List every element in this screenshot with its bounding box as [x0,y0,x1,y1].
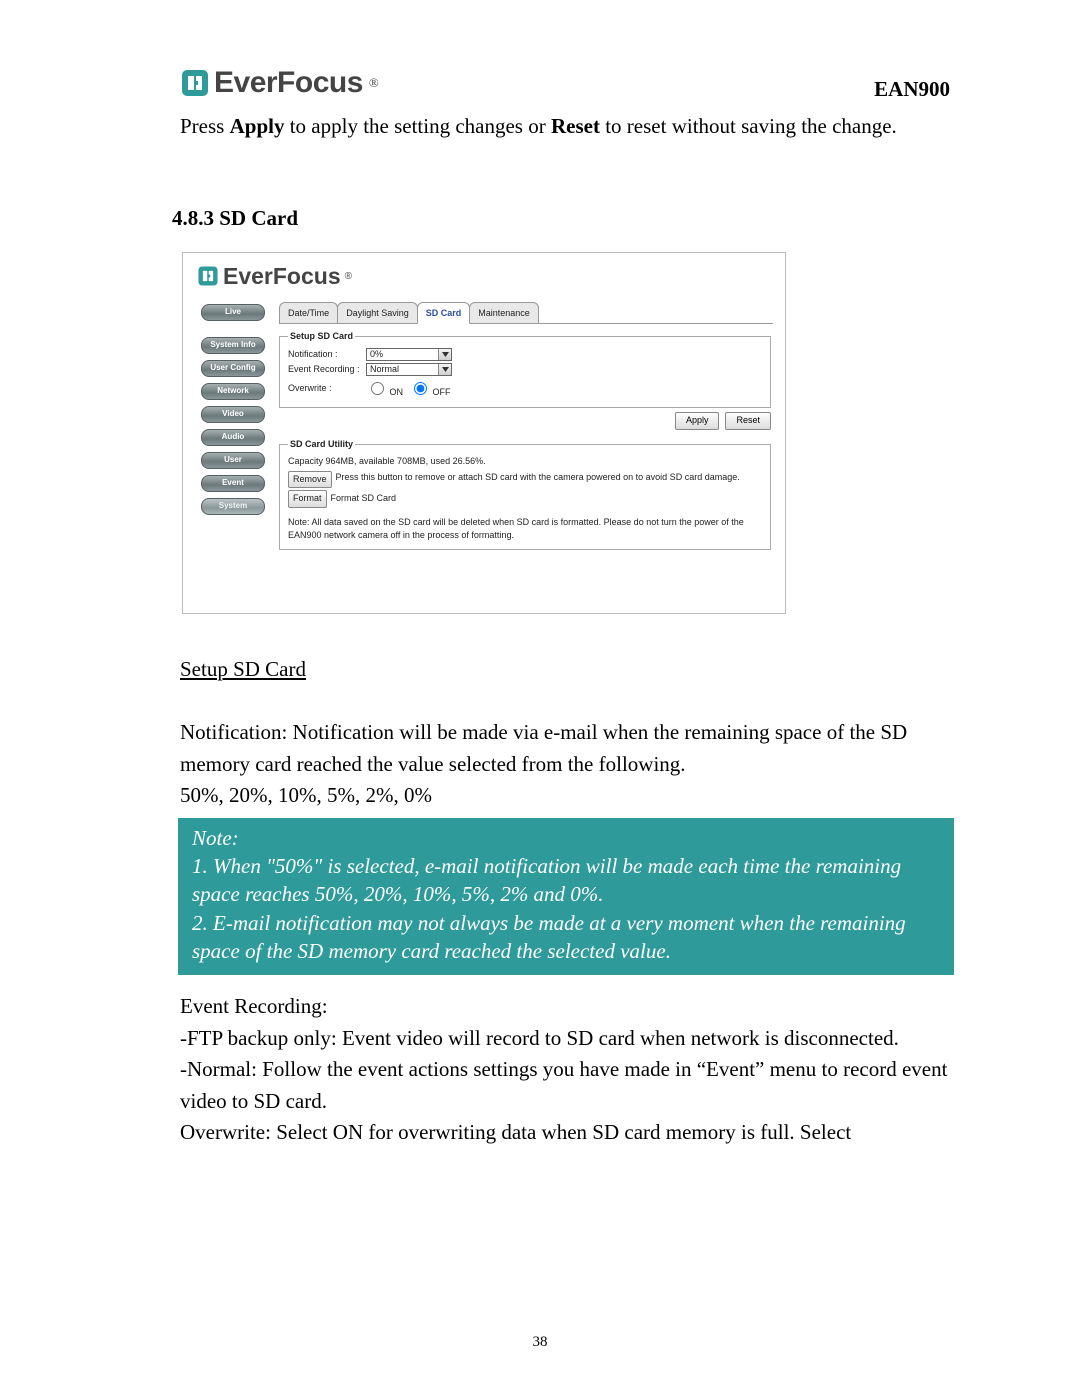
brand-registered: ® [369,73,379,93]
overwrite-line: Overwrite: Select ON for overwriting dat… [180,1117,950,1149]
notification-values: 50%, 20%, 10%, 5%, 2%, 0% [180,780,950,812]
note-line-2: 2. E-mail notification may not always be… [192,909,942,966]
setup-sd-heading: Setup SD Card [180,654,950,686]
everfocus-icon [180,68,210,98]
event-recording-select[interactable]: Normal [366,363,452,376]
note-box: Note: 1. When "50%" is selected, e-mail … [178,818,954,976]
format-button[interactable]: Format [288,490,327,508]
screenshot-brand-reg: ® [345,269,352,284]
format-text: Format SD Card [331,492,397,506]
tabs-row: Date/Time Daylight Saving SD Card Mainte… [279,302,773,325]
model-number: EAN900 [874,74,950,106]
overwrite-on-radio[interactable]: ON [366,379,403,400]
screenshot-everfocus-icon [197,265,219,287]
apply-button[interactable]: Apply [675,412,720,430]
note-title: Note: [192,824,942,852]
intro-text: Press Apply to apply the setting changes… [180,111,950,143]
page-number: 38 [0,1331,1080,1354]
nav-audio[interactable]: Audio [201,429,265,446]
notification-label: Notification : [288,348,366,362]
nav-system-info[interactable]: System Info [201,337,265,354]
notification-paragraph: Notification: Notification will be made … [180,717,950,780]
reset-button[interactable]: Reset [725,412,771,430]
brand-logo: EverFocus ® [180,60,379,105]
section-heading: 4.8.3 SD Card [172,203,950,235]
remove-button[interactable]: Remove [288,471,332,489]
overwrite-label: Overwrite : [288,382,366,396]
utility-legend: SD Card Utility [288,438,355,452]
chevron-down-icon [438,349,451,360]
overwrite-off-radio[interactable]: OFF [409,379,451,400]
nav-user[interactable]: User [201,452,265,469]
chevron-down-icon [438,364,451,375]
nav-system[interactable]: System [201,498,265,515]
ftp-backup-line: -FTP backup only: Event video will recor… [180,1023,950,1055]
remove-text: Press this button to remove or attach SD… [336,471,762,485]
tab-sd-card[interactable]: SD Card [417,302,471,325]
nav-live[interactable]: Live [201,304,265,321]
sd-card-utility-panel: SD Card Utility Capacity 964MB, availabl… [279,438,771,550]
setup-sd-legend: Setup SD Card [288,330,355,344]
notification-select[interactable]: 0% [366,348,452,361]
nav-video[interactable]: Video [201,406,265,423]
tab-date-time[interactable]: Date/Time [279,302,338,324]
utility-note: Note: All data saved on the SD card will… [288,516,762,543]
event-recording-label: Event Recording : [288,363,366,377]
screenshot-brand-text: EverFocus [223,259,341,294]
event-recording-heading: Event Recording: [180,991,950,1023]
nav-user-config[interactable]: User Config [201,360,265,377]
nav-network[interactable]: Network [201,383,265,400]
tab-daylight-saving[interactable]: Daylight Saving [337,302,418,324]
screenshot-sidebar: Live System Info User Config Network Vid… [195,302,271,554]
nav-event[interactable]: Event [201,475,265,492]
tab-maintenance[interactable]: Maintenance [469,302,539,324]
capacity-line: Capacity 964MB, available 708MB, used 26… [288,455,762,469]
note-line-1: 1. When "50%" is selected, e-mail notifi… [192,852,942,909]
normal-line: -Normal: Follow the event actions settin… [180,1054,950,1117]
setup-sd-card-panel: Setup SD Card Notification : 0% Event Re… [279,330,771,408]
brand-text: EverFocus [214,60,363,105]
screenshot: EverFocus ® Live System Info User Config… [182,252,786,614]
